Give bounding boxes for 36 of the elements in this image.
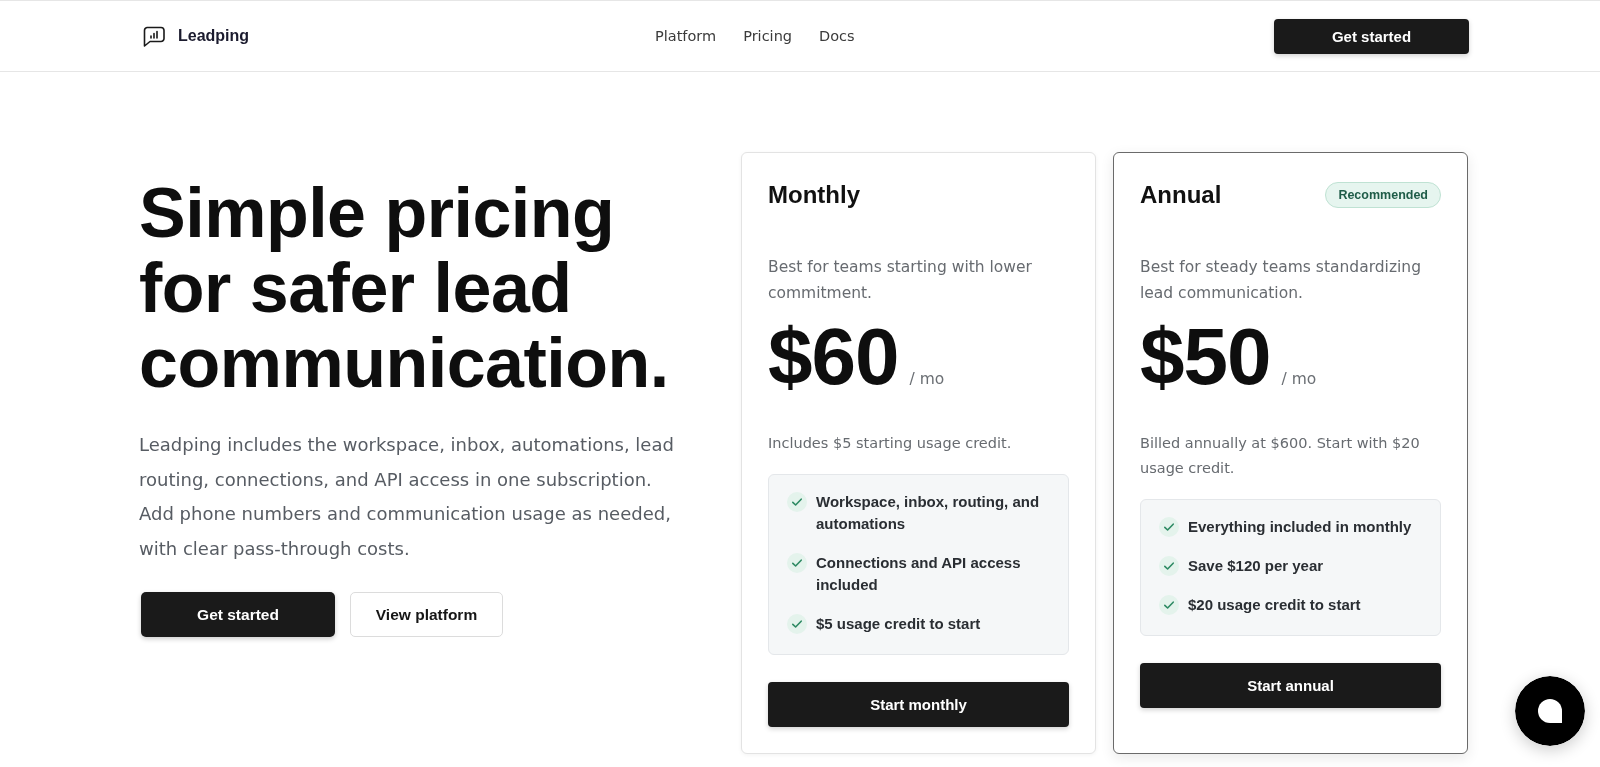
plan-button[interactable]: Start monthly: [768, 682, 1069, 727]
plan-name: Monthly: [768, 181, 860, 209]
chat-bars-icon: [143, 25, 165, 47]
view-platform-button[interactable]: View platform: [350, 592, 503, 637]
plan-note: Includes $5 starting usage credit.: [768, 434, 1013, 453]
feature-text: Save $120 per year: [1188, 556, 1324, 576]
nav-link[interactable]: Docs: [819, 28, 855, 44]
plan-price: $60: [768, 318, 899, 396]
price-period: / mo: [1281, 370, 1317, 388]
chat-bubble-icon[interactable]: [1515, 676, 1585, 746]
plan-name: Annual: [1140, 181, 1222, 209]
check-icon: [787, 553, 807, 573]
hero-heading: Simple pricing for safer lead communication.: [139, 176, 670, 401]
recommended-badge: Recommended: [1325, 182, 1441, 208]
check-icon: [1159, 517, 1179, 537]
plan-button[interactable]: Start annual: [1140, 663, 1441, 708]
brand-name[interactable]: Leadping: [178, 27, 250, 45]
feature-text: $20 usage credit to start: [1188, 595, 1361, 615]
plan-note: Billed annually at $600. Start with $20 usage credit.: [1140, 434, 1421, 478]
nav-link[interactable]: Platform: [655, 28, 717, 44]
plan-description: Best for teams starting with lower commitment.: [768, 257, 1033, 304]
check-icon: [787, 492, 807, 512]
plan-price: $50: [1140, 318, 1271, 396]
get-started-button[interactable]: Get started: [141, 592, 335, 637]
feature-text: Workspace, inbox, routing, and automations: [816, 492, 1041, 534]
nav-link[interactable]: Pricing: [743, 28, 793, 44]
check-icon: [1159, 556, 1179, 576]
feature-text: $5 usage credit to start: [816, 614, 981, 634]
price-period: / mo: [909, 370, 945, 388]
hero-description: Leadping includes the workspace, inbox, automations, lead routing, connections, and API access in one subscription. Add phone numbers and communication usage as needed, with clear pass-through costs.: [139, 433, 675, 561]
feature-text: Connections and API access included: [816, 553, 1022, 595]
get-started-button[interactable]: Get started: [1274, 18, 1469, 54]
check-icon: [1159, 595, 1179, 615]
feature-text: Everything included in monthly: [1188, 517, 1412, 537]
check-icon: [787, 614, 807, 634]
plan-description: Best for steady teams standardizing lead communication.: [1140, 257, 1422, 304]
